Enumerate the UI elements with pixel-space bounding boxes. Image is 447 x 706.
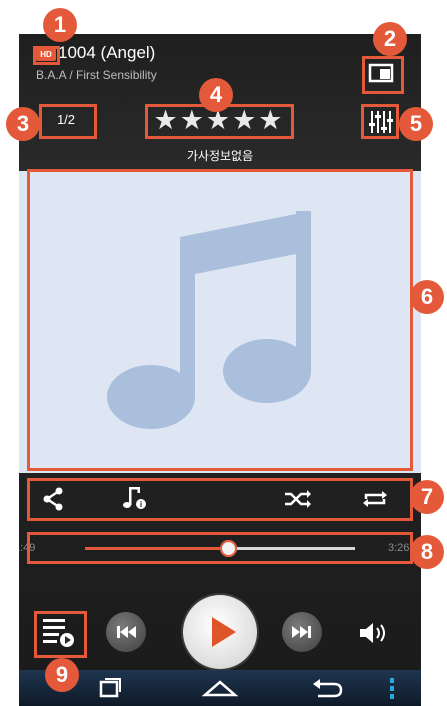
menu-button[interactable] [387, 676, 397, 702]
recent-apps-icon [99, 678, 121, 698]
song-title: 1004 (Angel) [58, 43, 156, 62]
play-icon [212, 617, 236, 647]
callout-box-track-counter [39, 104, 97, 139]
menu-icon [390, 678, 394, 699]
previous-icon [117, 626, 136, 638]
volume-icon [360, 623, 385, 643]
previous-button[interactable] [106, 612, 146, 652]
back-button[interactable] [310, 674, 346, 702]
song-artist-album: B.A.A / First Sensibility [36, 68, 157, 82]
next-button[interactable] [282, 612, 322, 652]
navigation-bar [19, 670, 421, 706]
callout-9: 9 [45, 658, 79, 692]
callout-5: 5 [399, 107, 433, 141]
callout-box-equalizer [361, 104, 399, 139]
home-button[interactable] [201, 674, 239, 702]
home-icon [201, 680, 239, 697]
callout-1: 1 [43, 8, 77, 42]
volume-button[interactable] [357, 618, 391, 648]
callout-2: 2 [373, 22, 407, 56]
lyrics-status: 가사정보없음 [186, 149, 254, 163]
callout-6: 6 [410, 280, 444, 314]
next-icon [292, 626, 311, 638]
play-button[interactable] [183, 595, 257, 669]
callout-7: 7 [410, 480, 444, 514]
callout-box-playlist [34, 611, 87, 658]
callout-4: 4 [199, 78, 233, 112]
callout-3: 3 [6, 107, 40, 141]
callout-box-progress [27, 532, 413, 564]
recent-apps-button[interactable] [94, 674, 124, 702]
callout-box-pip-button [362, 56, 404, 94]
callout-box-options-bar [27, 478, 413, 521]
callout-box-album-art [27, 169, 413, 471]
callout-box-hd-badge [33, 46, 60, 65]
callout-8: 8 [410, 535, 444, 569]
back-icon [313, 679, 343, 698]
